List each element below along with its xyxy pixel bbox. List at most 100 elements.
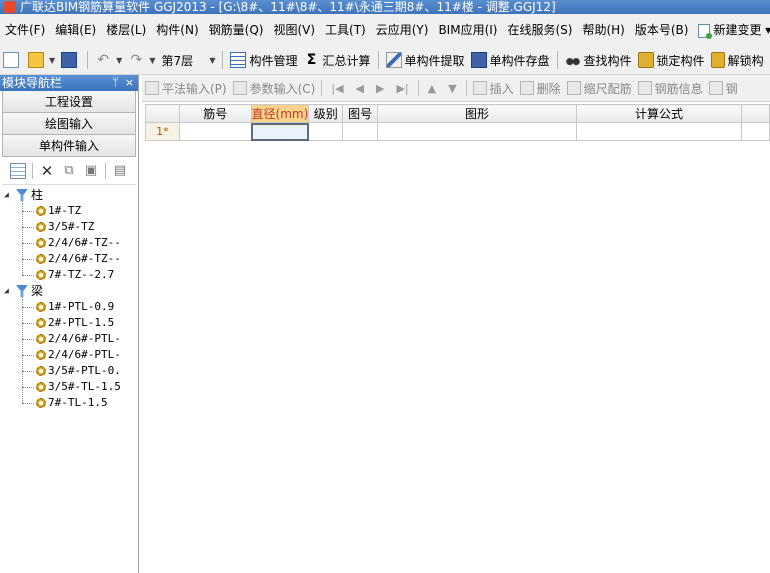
grid-cell[interactable] [575,122,743,141]
delete-icon[interactable]: ✕ [39,163,55,179]
close-icon[interactable]: × [125,75,134,91]
tree-item[interactable]: 1#-TZ [0,203,138,219]
filter-icon [16,188,28,202]
tree-item[interactable]: 1#-PTL-0.9 [0,299,138,315]
lock-component-button[interactable]: 锁定构件 [635,49,708,71]
pin-icon[interactable]: ᛘ [112,75,119,91]
menu-online-service[interactable]: 在线服务(S) [502,14,577,46]
plane-input-button[interactable]: 平法输入(P) [142,80,230,97]
find-component-button[interactable]: 查找构件 [562,49,635,71]
column-header[interactable]: 计算公式 [575,104,743,123]
undo-button[interactable]: ↶ ▼ [92,49,125,71]
column-header[interactable]: 图形 [377,104,577,123]
grid-header-row: 筋号 直径(mm) 级别 图号 图形 计算公式 [145,104,770,123]
tree-item[interactable]: 2/4/6#-PTL- [0,331,138,347]
floor-select[interactable]: 第7层 ▼ [158,50,218,70]
gear-icon [36,318,46,328]
nav-panel-title-bar: 模块导航栏 ᛘ × [0,75,138,91]
move-down-icon[interactable]: ▼ [442,82,462,95]
grid-cell[interactable] [178,122,252,141]
nav-section-drawing-input[interactable]: 绘图输入 [2,113,136,135]
unlock-component-button[interactable]: 解锁构 [708,49,767,71]
single-save-button[interactable]: 单构件存盘 [468,49,553,71]
component-tree: ◢ 柱 1#-TZ 3/5#-TZ 2/4/6#-TZ-- 2/4/6#-TZ-… [0,187,138,411]
menu-file[interactable]: 文件(F) [0,14,50,46]
open-file-button[interactable]: ▼ [25,49,58,71]
unlock-icon [710,52,725,68]
table-row: 1* [145,122,770,141]
menu-edit[interactable]: 编辑(E) [50,14,101,46]
menu-rebar-quantity[interactable]: 钢筋量(Q) [204,14,269,46]
menu-cloud[interactable]: 云应用(Y) [371,14,434,46]
param-input-label: 参数输入(C) [249,81,316,96]
column-header[interactable]: 筋号 [178,104,252,123]
tree-item[interactable]: 2#-PTL-1.5 [0,315,138,331]
menu-new-change[interactable]: 新建变更 ▾ [693,14,770,46]
menu-floor[interactable]: 楼层(L) [101,14,151,46]
menu-component[interactable]: 构件(N) [151,14,203,46]
rebar-more-button[interactable]: 钢 [706,80,741,97]
tree-item[interactable]: 2/4/6#-TZ-- [0,251,138,267]
gear-icon [36,302,46,312]
tree-item-label: 2/4/6#-PTL- [48,348,121,361]
duplicate-icon[interactable]: ▤ [112,163,128,179]
paste-icon[interactable]: ▣ [83,163,99,179]
grid-cell[interactable] [342,122,379,141]
toolbar-divider [321,80,323,96]
column-header[interactable]: 级别 [308,104,344,123]
row-number[interactable]: 1* [145,122,180,141]
rebar-info-button[interactable]: 钢筋信息 [635,80,706,97]
column-header-diameter[interactable]: 直径(mm) [250,104,310,123]
redo-button[interactable]: ↷ ▼ [125,49,158,71]
add-component-icon[interactable] [10,162,26,179]
first-record-icon[interactable]: |◀ [325,82,349,95]
tree-item[interactable]: 2/4/6#-PTL- [0,347,138,363]
single-save-label: 单构件存盘 [489,53,550,68]
column-header-blank [741,104,770,123]
tree-group-column[interactable]: ◢ 柱 [0,187,138,203]
menu-help[interactable]: 帮助(H) [577,14,629,46]
tree-item[interactable]: 7#-TZ--2.7 [0,267,138,283]
component-manage-button[interactable]: 构件管理 [227,49,300,71]
gear-icon [36,238,46,248]
plane-input-icon [145,81,159,95]
rebar-more-icon [708,81,723,95]
menu-view[interactable]: 视图(V) [268,14,320,46]
grid-cell-active[interactable] [250,122,310,141]
sum-calc-button[interactable]: Σ 汇总计算 [300,49,373,71]
nav-section-project-settings[interactable]: 工程设置 [2,91,136,113]
collapse-triangle-icon[interactable]: ◢ [4,187,9,203]
tree-group-beam[interactable]: ◢ 梁 [0,283,138,299]
nav-section-single-component-input[interactable]: 单构件输入 [2,135,136,157]
tree-item[interactable]: 2/4/6#-TZ-- [0,235,138,251]
tree-item[interactable]: 3/5#-TZ [0,219,138,235]
copy-icon[interactable]: ⧉ [61,163,77,179]
grid-cell[interactable] [377,122,577,141]
single-extract-button[interactable]: 单构件提取 [383,49,468,71]
tree-item[interactable]: 7#-TL-1.5 [0,395,138,411]
scale-rebar-icon [566,81,581,95]
prev-record-icon[interactable]: ◀ [350,82,370,95]
menu-tools[interactable]: 工具(T) [320,14,371,46]
tree-item-label: 2/4/6#-PTL- [48,332,121,345]
save-button[interactable] [58,49,83,71]
param-input-button[interactable]: 参数输入(C) [230,80,319,97]
undo-icon: ↶ [97,52,110,68]
menu-bim[interactable]: BIM应用(I) [433,14,502,46]
insert-row-button[interactable]: 插入 [470,80,517,97]
menu-version[interactable]: 版本号(B) [630,14,694,46]
collapse-triangle-icon[interactable]: ◢ [4,283,9,299]
grid-cell[interactable] [308,122,344,141]
move-up-icon[interactable]: ▲ [422,82,442,95]
toolbar-divider [556,51,558,69]
next-record-icon[interactable]: ▶ [370,82,390,95]
tree-item[interactable]: 3/5#-PTL-0. [0,363,138,379]
column-header[interactable]: 图号 [342,104,379,123]
new-file-button[interactable] [0,49,25,71]
tree-item[interactable]: 3/5#-TL-1.5 [0,379,138,395]
delete-row-button[interactable]: 删除 [517,80,564,97]
gear-icon [36,270,46,280]
scale-rebar-button[interactable]: 缩尺配筋 [564,80,635,97]
last-record-icon[interactable]: ▶| [390,82,414,95]
tree-item-label: 2#-PTL-1.5 [48,316,115,329]
